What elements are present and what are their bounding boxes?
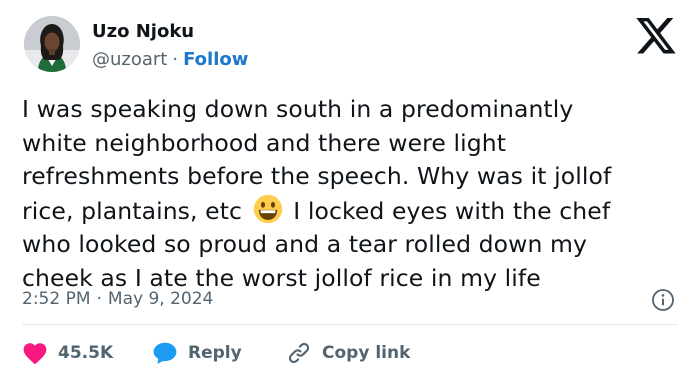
tweet-timestamp[interactable]: 2:52 PM · May 9, 2024: [22, 289, 213, 309]
tweet-line: I was speaking down south in a predomina…: [22, 95, 574, 123]
avatar[interactable]: [24, 16, 80, 72]
tweet-line: who looked so proud and a tear rolled do…: [22, 230, 588, 258]
heart-icon: [23, 343, 47, 365]
reply-button[interactable]: Reply: [152, 338, 242, 368]
reply-label: Reply: [188, 343, 242, 363]
like-button[interactable]: 45.5K: [22, 338, 113, 368]
divider: [22, 324, 678, 325]
grinning-face-emoji-icon: [253, 194, 283, 224]
copy-link-button[interactable]: Copy link: [286, 338, 410, 368]
tweet-card: Uzo Njoku @uzoart · Follow I was speaking …: [0, 0, 700, 379]
tweet-text: I was speaking down south in a predomina…: [22, 93, 682, 295]
author-handle-row: @uzoart · Follow: [92, 49, 248, 70]
tweet-line: white neighborhood and there were light: [22, 128, 507, 157]
timestamp-separator: ·: [96, 289, 102, 309]
like-count: 45.5K: [58, 343, 114, 363]
author-handle[interactable]: @uzoart: [92, 49, 167, 70]
follow-button[interactable]: Follow: [183, 49, 248, 70]
tweet-date: May 9, 2024: [107, 289, 214, 309]
tweet-time: 2:52 PM: [22, 289, 91, 309]
tweet-line-segment: rice, plantains, etc: [22, 196, 243, 225]
tweet-line-segment: I locked eyes with the chef: [293, 196, 611, 225]
avatar-image: [24, 16, 80, 72]
link-icon: [288, 342, 310, 364]
reply-bubble-icon: [153, 342, 177, 364]
info-icon[interactable]: [651, 288, 675, 312]
handle-separator: ·: [172, 49, 179, 70]
x-logo-icon[interactable]: [636, 18, 676, 54]
author-display-name[interactable]: Uzo Njoku: [92, 21, 194, 42]
copy-link-label: Copy link: [322, 343, 411, 363]
tweet-actions: 45.5K Reply Copy link: [22, 338, 682, 368]
tweet-line: refreshments before the speech. Why was …: [22, 162, 612, 190]
tweet-line-with-emoji: rice, plantains, etc I locked eyes with …: [22, 194, 682, 229]
